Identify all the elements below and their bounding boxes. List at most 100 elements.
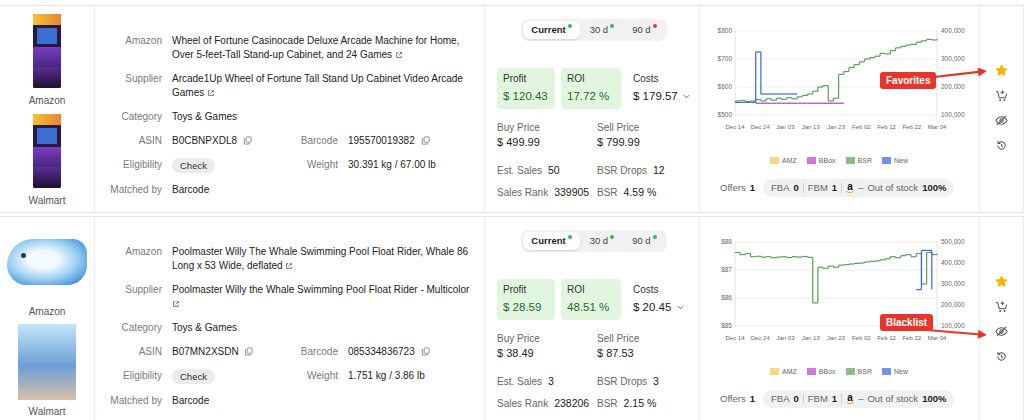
legend-swatch [770, 157, 779, 164]
eligibility-value: Check [172, 369, 282, 384]
legend-swatch [807, 157, 816, 164]
left-tick: $88 [721, 238, 732, 245]
legend-item[interactable]: AMZ [770, 156, 797, 165]
series-segment [921, 40, 926, 41]
blacklist-eye-off-icon[interactable] [995, 114, 1008, 127]
series-segment [766, 256, 771, 257]
x-tick: Feb 22 [902, 124, 921, 130]
period-tab[interactable]: 30 d [582, 21, 623, 39]
source-label: Amazon [29, 306, 66, 318]
price-chart[interactable]: $88$87$86$85500,000400,000300,000200,000… [708, 232, 970, 350]
product-title[interactable]: Wheel of Fortune Casinocade Deluxe Arcad… [172, 34, 472, 62]
series-segment [782, 99, 787, 100]
series-segment [771, 257, 776, 258]
profit-box: Profit$ 28.59 [497, 279, 555, 320]
status-dot [653, 235, 657, 239]
copy-icon[interactable] [421, 347, 430, 356]
check-button[interactable]: Check [172, 369, 215, 384]
external-link-icon[interactable] [207, 89, 215, 97]
period-tab[interactable]: Current [523, 21, 579, 39]
photo-picture [18, 324, 76, 400]
series-segment [896, 47, 901, 48]
period-tab[interactable]: Current [523, 232, 579, 250]
series-segment [880, 259, 885, 260]
series-segment [776, 103, 781, 104]
axis-line [735, 242, 736, 326]
costs-box[interactable]: Costs $ 179.57 [627, 68, 696, 109]
supplier-title[interactable]: Arcade1Up Wheel of Fortune Tall Stand Up… [172, 72, 472, 100]
supplier-title[interactable]: Poolmaster Willy the Whale Swimming Pool… [172, 283, 472, 311]
offers-bar: Offers1 FBA0 FBM1 a – Out of stock 100% [708, 179, 975, 197]
series-segment [735, 252, 740, 253]
barcode-value: 195570019382 [348, 134, 472, 148]
period-tabs: Current 30 d 90 d [521, 230, 666, 252]
chevron-down-icon[interactable] [683, 94, 690, 99]
external-link-icon[interactable] [172, 300, 180, 308]
series-segment [844, 71, 849, 72]
external-link-icon[interactable] [395, 51, 403, 59]
product-image[interactable] [5, 324, 89, 400]
series-segment [936, 39, 937, 40]
amazon-smile-icon [846, 402, 854, 405]
right-tick: 300,000 [941, 280, 965, 287]
history-icon[interactable] [995, 350, 1008, 363]
period-tab[interactable]: 90 d [624, 21, 665, 39]
roi-box: ROI17.72 % [561, 68, 621, 109]
external-link-icon[interactable] [285, 262, 293, 270]
product-image[interactable] [5, 224, 89, 300]
series-segment [735, 100, 740, 101]
grid-line [735, 31, 937, 32]
product-title[interactable]: Poolmaster Willy The Whale Swimming Pool… [172, 245, 472, 273]
legend-item[interactable]: BSR [846, 367, 872, 376]
x-tick: Jan 03 [776, 335, 795, 341]
favorite-star-icon[interactable] [995, 64, 1008, 77]
legend-item[interactable]: BSR [846, 156, 872, 165]
series-segment [745, 253, 750, 254]
period-tab[interactable]: 30 d [582, 232, 623, 250]
sales-rank: Sales Rank339905 [497, 185, 597, 200]
chevron-down-icon[interactable] [677, 305, 684, 310]
copy-icon[interactable] [421, 136, 430, 145]
legend-item[interactable]: New [882, 156, 908, 165]
add-to-cart-icon[interactable] [995, 300, 1008, 313]
x-tick: Dec 24 [751, 124, 771, 130]
grid-line [735, 115, 937, 116]
series-segment [927, 252, 932, 253]
chart-legend: AMZ BBox BSR New [708, 367, 970, 376]
series-segment [813, 91, 818, 92]
favorite-star-icon[interactable] [995, 275, 1008, 288]
add-to-cart-icon[interactable] [995, 89, 1008, 102]
copy-icon[interactable] [243, 136, 252, 145]
x-tick: Feb 02 [852, 335, 871, 341]
legend-swatch [846, 368, 855, 375]
sell-price: Sell Price$ 799.99 [597, 121, 691, 149]
series-segment [792, 98, 797, 99]
series-segment [833, 98, 838, 99]
series-segment [766, 98, 771, 99]
legend-item[interactable]: BBox [807, 156, 836, 165]
product-image[interactable] [5, 113, 89, 189]
series-segment [776, 93, 781, 94]
period-tab[interactable]: 90 d [624, 232, 665, 250]
costs-box[interactable]: Costs $ 20.45 [627, 279, 691, 320]
check-button[interactable]: Check [172, 158, 215, 173]
supplier-label: Supplier [107, 283, 162, 311]
blacklist-eye-off-icon[interactable] [995, 325, 1008, 338]
copy-icon[interactable] [244, 347, 253, 356]
legend-item[interactable]: BBox [807, 367, 836, 376]
series-segment [921, 250, 922, 289]
series-segment [864, 261, 869, 262]
series-segment [740, 100, 745, 101]
product-image[interactable] [5, 13, 89, 89]
history-icon[interactable] [995, 139, 1008, 152]
chart-panel: $88$87$86$85500,000400,000300,000200,000… [700, 217, 980, 420]
x-tick: Dec 14 [725, 335, 745, 341]
series-segment [833, 103, 838, 104]
series-segment [932, 39, 937, 40]
left-tick: $500 [718, 111, 733, 118]
series-segment [776, 257, 781, 258]
callout-label: Blacklist [880, 314, 933, 331]
series-segment [901, 255, 906, 256]
legend-item[interactable]: AMZ [770, 367, 797, 376]
legend-item[interactable]: New [882, 367, 908, 376]
